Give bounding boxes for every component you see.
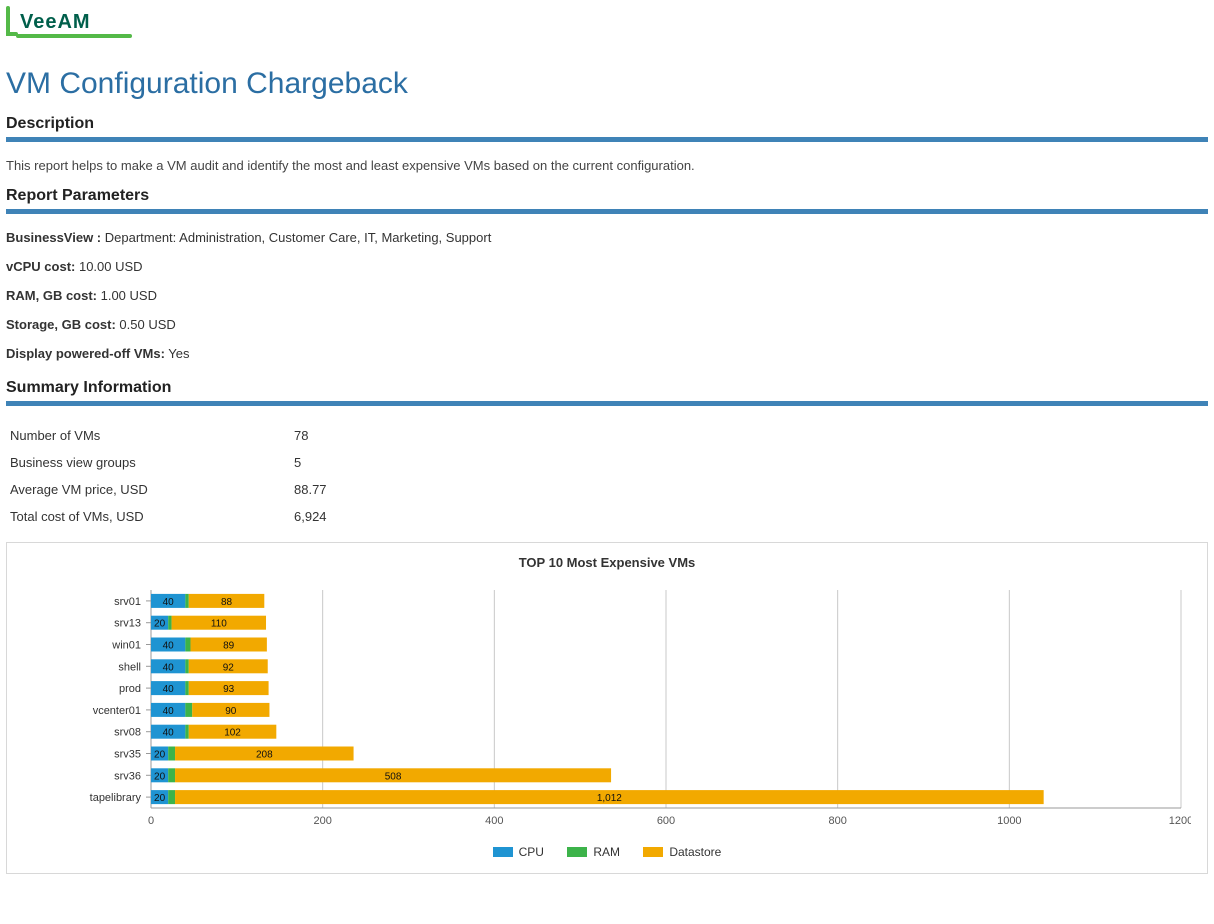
svg-text:93: 93: [223, 684, 235, 695]
summary-value: 88.77: [290, 476, 367, 503]
param-value: Department: Administration, Customer Car…: [101, 230, 491, 245]
summary-value: 6,924: [290, 503, 367, 530]
description-text: This report helps to make a VM audit and…: [6, 158, 1208, 173]
legend-label: RAM: [593, 845, 620, 859]
summary-table: Number of VMs78 Business view groups5 Av…: [6, 422, 367, 530]
svg-text:40: 40: [163, 662, 175, 673]
summary-label: Total cost of VMs, USD: [6, 503, 290, 530]
param-label: Display powered-off VMs:: [6, 346, 165, 361]
svg-text:VeeAM: VeeAM: [20, 11, 91, 33]
summary-label: Average VM price, USD: [6, 476, 290, 503]
legend-item-cpu: CPU: [493, 844, 544, 859]
param-label: BusinessView :: [6, 230, 101, 245]
param-row: Display powered-off VMs: Yes: [6, 346, 1208, 361]
chart-title: TOP 10 Most Expensive VMs: [21, 555, 1193, 570]
section-rule: [6, 137, 1208, 142]
param-label: RAM, GB cost:: [6, 288, 97, 303]
parameters-list: BusinessView : Department: Administratio…: [6, 230, 1208, 361]
legend-item-datastore: Datastore: [643, 844, 721, 859]
legend-item-ram: RAM: [567, 844, 620, 859]
description-heading: Description: [6, 115, 1208, 133]
param-row: RAM, GB cost: 1.00 USD: [6, 288, 1208, 303]
summary-row: Business view groups5: [6, 449, 367, 476]
svg-text:508: 508: [385, 771, 402, 782]
top10-bar-chart: 0 200 400 600 800 1000 1200 srv01 40 88 srv13 20 110…: [21, 584, 1191, 834]
svg-text:srv36: srv36: [114, 770, 141, 782]
param-value: 1.00 USD: [97, 288, 157, 303]
svg-text:40: 40: [163, 684, 175, 695]
svg-text:srv35: srv35: [114, 749, 141, 761]
svg-text:40: 40: [163, 641, 175, 652]
svg-text:tapelibrary: tapelibrary: [90, 792, 142, 804]
svg-text:110: 110: [211, 619, 227, 630]
chart-container: TOP 10 Most Expensive VMs 0 200 400 600 800 1…: [6, 542, 1208, 874]
svg-text:vcenter01: vcenter01: [93, 705, 141, 717]
svg-text:srv13: srv13: [114, 618, 141, 630]
param-value: 10.00 USD: [75, 259, 142, 274]
summary-label: Business view groups: [6, 449, 290, 476]
legend-label: CPU: [519, 845, 544, 859]
legend-swatch-datastore: [643, 847, 663, 857]
svg-text:srv08: srv08: [114, 727, 141, 739]
svg-text:102: 102: [224, 728, 241, 739]
legend-label: Datastore: [669, 845, 721, 859]
svg-text:0: 0: [148, 815, 154, 827]
svg-text:1,012: 1,012: [597, 793, 622, 804]
svg-text:800: 800: [828, 815, 846, 827]
chart-plot-area: 0 200 400 600 800 1000 1200 srv01 40 88 srv13 20 110…: [21, 584, 1193, 834]
param-value: 0.50 USD: [116, 317, 176, 332]
svg-text:20: 20: [154, 619, 166, 630]
svg-text:1000: 1000: [997, 815, 1021, 827]
svg-text:srv01: srv01: [114, 596, 141, 608]
section-rule: [6, 209, 1208, 214]
svg-text:89: 89: [223, 641, 235, 652]
svg-text:40: 40: [163, 728, 175, 739]
summary-row: Average VM price, USD88.77: [6, 476, 367, 503]
summary-label: Number of VMs: [6, 422, 290, 449]
summary-heading: Summary Information: [6, 379, 1208, 397]
parameters-heading: Report Parameters: [6, 187, 1208, 205]
svg-text:90: 90: [225, 706, 237, 717]
param-row: vCPU cost: 10.00 USD: [6, 259, 1208, 274]
legend-swatch-cpu: [493, 847, 513, 857]
svg-text:20: 20: [154, 793, 166, 804]
svg-text:shell: shell: [118, 661, 141, 673]
param-row: Storage, GB cost: 0.50 USD: [6, 317, 1208, 332]
param-row: BusinessView : Department: Administratio…: [6, 230, 1208, 245]
legend-swatch-ram: [567, 847, 587, 857]
svg-text:200: 200: [313, 815, 331, 827]
summary-value: 78: [290, 422, 367, 449]
summary-value: 5: [290, 449, 367, 476]
svg-text:40: 40: [163, 706, 175, 717]
svg-text:600: 600: [657, 815, 675, 827]
section-rule: [6, 401, 1208, 406]
svg-text:208: 208: [256, 750, 273, 761]
svg-text:40: 40: [163, 597, 175, 608]
svg-text:20: 20: [154, 771, 166, 782]
param-value: Yes: [165, 346, 190, 361]
svg-text:1200: 1200: [1169, 815, 1191, 827]
summary-row: Total cost of VMs, USD6,924: [6, 503, 367, 530]
param-label: Storage, GB cost:: [6, 317, 116, 332]
svg-text:92: 92: [223, 662, 235, 673]
svg-text:20: 20: [154, 750, 166, 761]
summary-row: Number of VMs78: [6, 422, 367, 449]
svg-text:prod: prod: [119, 683, 141, 695]
param-label: vCPU cost:: [6, 259, 75, 274]
svg-text:win01: win01: [111, 640, 141, 652]
veeam-logo: VeeAM: [6, 6, 1208, 43]
svg-text:88: 88: [221, 597, 233, 608]
chart-legend: CPU RAM Datastore: [21, 844, 1193, 859]
svg-text:400: 400: [485, 815, 503, 827]
page-title: VM Configuration Chargeback: [6, 67, 1208, 101]
